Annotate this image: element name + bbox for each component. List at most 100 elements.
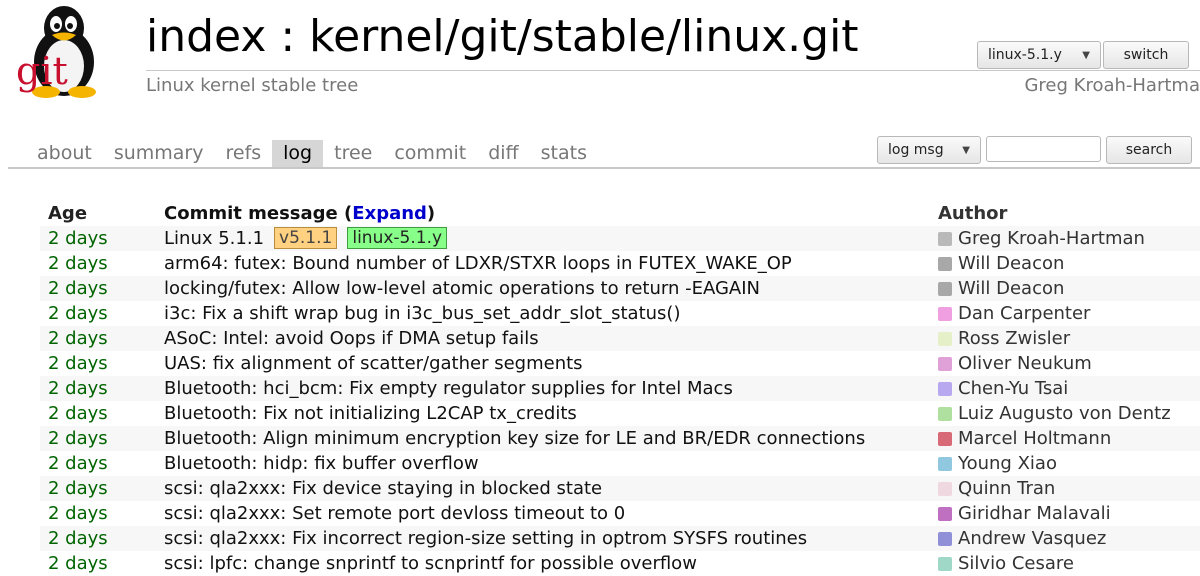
commit-message[interactable]: ASoC: Intel: avoid Oops if DMA setup fai… bbox=[164, 328, 539, 349]
commit-message-link[interactable]: scsi: qla2xxx: Fix incorrect region-size… bbox=[164, 526, 807, 551]
commit-age: 2 days bbox=[48, 428, 108, 449]
commit-message[interactable]: Bluetooth: hidp: fix buffer overflow bbox=[164, 453, 479, 474]
commit-message[interactable]: scsi: qla2xxx: Fix incorrect region-size… bbox=[164, 528, 807, 549]
table-row[interactable]: 2 days arm64: futex: Bound number of LDXR… bbox=[40, 251, 1200, 276]
commit-message[interactable]: scsi: qla2xxx: Set remote port devloss t… bbox=[164, 503, 625, 524]
chevron-down-icon: ▼ bbox=[1082, 49, 1090, 61]
author-name: Quinn Tran bbox=[958, 478, 1056, 499]
table-row[interactable]: 2 days Bluetooth: Align minimum encryptio… bbox=[40, 426, 1200, 451]
tab-tree[interactable]: tree bbox=[323, 140, 383, 167]
tab-summary[interactable]: summary bbox=[103, 140, 215, 167]
search-input[interactable] bbox=[986, 136, 1101, 162]
branch-select[interactable]: linux-5.1.y ▼ bbox=[977, 41, 1101, 69]
search-button-label: search bbox=[1125, 142, 1173, 158]
commit-message[interactable]: Bluetooth: hci_bcm: Fix empty regulator … bbox=[164, 378, 733, 399]
switch-button-label: switch bbox=[1123, 47, 1169, 63]
tab-commit[interactable]: commit bbox=[383, 140, 477, 167]
commit-message[interactable]: Bluetooth: Fix not initializing L2CAP tx… bbox=[164, 403, 577, 424]
commit-message-link[interactable]: UAS: fix alignment of scatter/gather seg… bbox=[164, 351, 583, 376]
commit-message-link[interactable]: locking/futex: Allow low-level atomic op… bbox=[164, 276, 760, 301]
commit-message-link[interactable]: Bluetooth: Align minimum encryption key … bbox=[164, 426, 865, 451]
commit-message[interactable]: locking/futex: Allow low-level atomic op… bbox=[164, 278, 760, 299]
commit-age: 2 days bbox=[48, 278, 108, 299]
table-row[interactable]: 2 days Bluetooth: hidp: fix buffer overfl… bbox=[40, 451, 1200, 476]
page-title: index : kernel/git/stable/linux.git bbox=[146, 11, 859, 62]
commit-message-link[interactable]: i3c: Fix a shift wrap bug in i3c_bus_set… bbox=[164, 301, 680, 326]
commit-age: 2 days bbox=[48, 228, 108, 249]
table-row[interactable]: 2 days Bluetooth: Fix not initializing L2… bbox=[40, 401, 1200, 426]
author-avatar-icon bbox=[938, 406, 952, 421]
commit-message-link[interactable]: scsi: qla2xxx: Set remote port devloss t… bbox=[164, 501, 625, 526]
author-avatar-icon bbox=[938, 556, 952, 571]
commit-message-link[interactable]: Bluetooth: Fix not initializing L2CAP tx… bbox=[164, 401, 577, 426]
commit-age: 2 days bbox=[48, 478, 108, 499]
author-avatar-icon bbox=[938, 431, 952, 446]
commit-author: Andrew Vasquez bbox=[938, 526, 1106, 551]
tab-stats[interactable]: stats bbox=[530, 140, 598, 167]
commit-age: 2 days bbox=[48, 503, 108, 524]
commit-message-link[interactable]: Bluetooth: hidp: fix buffer overflow bbox=[164, 451, 479, 476]
author-avatar-icon bbox=[938, 231, 952, 246]
commit-age: 2 days bbox=[48, 378, 108, 399]
author-name: Andrew Vasquez bbox=[958, 528, 1107, 549]
commit-message[interactable]: arm64: futex: Bound number of LDXR/STXR … bbox=[164, 253, 792, 274]
column-header-message-label: Commit message bbox=[164, 203, 338, 224]
commit-author: Young Xiao bbox=[938, 451, 1057, 476]
table-row[interactable]: 2 days Bluetooth: hci_bcm: Fix empty regu… bbox=[40, 376, 1200, 401]
chevron-down-icon: ▼ bbox=[962, 144, 970, 156]
commit-age: 2 days bbox=[48, 453, 108, 474]
table-row[interactable]: 2 days scsi: qla2xxx: Fix incorrect regio… bbox=[40, 526, 1200, 551]
table-row[interactable]: 2 days UAS: fix alignment of scatter/gath… bbox=[40, 351, 1200, 376]
tab-log[interactable]: log bbox=[272, 140, 324, 167]
commit-message-link[interactable]: scsi: qla2xxx: Fix device staying in blo… bbox=[164, 476, 602, 501]
commit-message-link[interactable]: scsi: lpfc: change snprintf to scnprintf… bbox=[164, 551, 697, 576]
tab-diff[interactable]: diff bbox=[477, 140, 529, 167]
author-avatar-icon bbox=[938, 381, 952, 396]
author-name: Young Xiao bbox=[958, 453, 1057, 474]
commit-message[interactable]: scsi: lpfc: change snprintf to scnprintf… bbox=[164, 553, 697, 574]
table-row[interactable]: 2 days scsi: lpfc: change snprintf to scn… bbox=[40, 551, 1200, 576]
commit-author: Chen-Yu Tsai bbox=[938, 376, 1068, 401]
author-name: Silvio Cesare bbox=[958, 553, 1074, 574]
tab-about[interactable]: about bbox=[26, 140, 103, 167]
author-avatar-icon bbox=[938, 356, 952, 371]
commit-message[interactable]: Bluetooth: Align minimum encryption key … bbox=[164, 428, 865, 449]
search-button[interactable]: search bbox=[1106, 136, 1192, 164]
table-row[interactable]: 2 days locking/futex: Allow low-level ato… bbox=[40, 276, 1200, 301]
table-row[interactable]: 2 days scsi: qla2xxx: Fix device staying … bbox=[40, 476, 1200, 501]
commit-author: Will Deacon bbox=[938, 276, 1064, 301]
commit-age: 2 days bbox=[48, 553, 108, 574]
header-divider bbox=[146, 70, 1200, 71]
commit-message[interactable]: scsi: qla2xxx: Fix device staying in blo… bbox=[164, 478, 602, 499]
author-avatar-icon bbox=[938, 506, 952, 521]
commit-message[interactable]: UAS: fix alignment of scatter/gather seg… bbox=[164, 353, 583, 374]
table-row[interactable]: 2 days ASoC: Intel: avoid Oops if DMA set… bbox=[40, 326, 1200, 351]
commit-message-link[interactable]: Linux 5.1.1 v5.1.1 linux-5.1.y bbox=[164, 226, 448, 251]
author-name: Marcel Holtmann bbox=[958, 428, 1112, 449]
switch-button[interactable]: switch bbox=[1103, 41, 1189, 69]
commit-message[interactable]: Linux 5.1.1 bbox=[164, 228, 264, 249]
commit-message-link[interactable]: arm64: futex: Bound number of LDXR/STXR … bbox=[164, 251, 792, 276]
commit-author: Dan Carpenter bbox=[938, 301, 1090, 326]
table-row[interactable]: 2 days scsi: qla2xxx: Set remote port dev… bbox=[40, 501, 1200, 526]
author-avatar-icon bbox=[938, 481, 952, 496]
author-name: Greg Kroah-Hartman bbox=[958, 228, 1145, 249]
column-header-age: Age bbox=[48, 203, 88, 224]
commit-author: Greg Kroah-Hartman bbox=[938, 226, 1145, 251]
author-avatar-icon bbox=[938, 256, 952, 271]
expand-close-paren: ) bbox=[426, 203, 436, 224]
table-row[interactable]: 2 days i3c: Fix a shift wrap bug in i3c_b… bbox=[40, 301, 1200, 326]
cgit-logo[interactable]: git bbox=[8, 2, 114, 98]
search-mode-select[interactable]: log msg ▼ bbox=[877, 136, 981, 164]
author-avatar-icon bbox=[938, 281, 952, 296]
expand-link[interactable]: Expand bbox=[352, 203, 427, 224]
commit-message-link[interactable]: Bluetooth: hci_bcm: Fix empty regulator … bbox=[164, 376, 733, 401]
commit-author: Giridhar Malavali bbox=[938, 501, 1111, 526]
tag-badge[interactable]: v5.1.1 bbox=[274, 227, 338, 249]
table-row[interactable]: 2 days Linux 5.1.1 v5.1.1 linux-5.1.y Greg K… bbox=[40, 226, 1200, 251]
commit-message[interactable]: i3c: Fix a shift wrap bug in i3c_bus_set… bbox=[164, 303, 680, 324]
branch-badge[interactable]: linux-5.1.y bbox=[347, 227, 448, 249]
tab-refs[interactable]: refs bbox=[214, 140, 272, 167]
commit-message-link[interactable]: ASoC: Intel: avoid Oops if DMA setup fai… bbox=[164, 326, 539, 351]
commit-author: Quinn Tran bbox=[938, 476, 1055, 501]
